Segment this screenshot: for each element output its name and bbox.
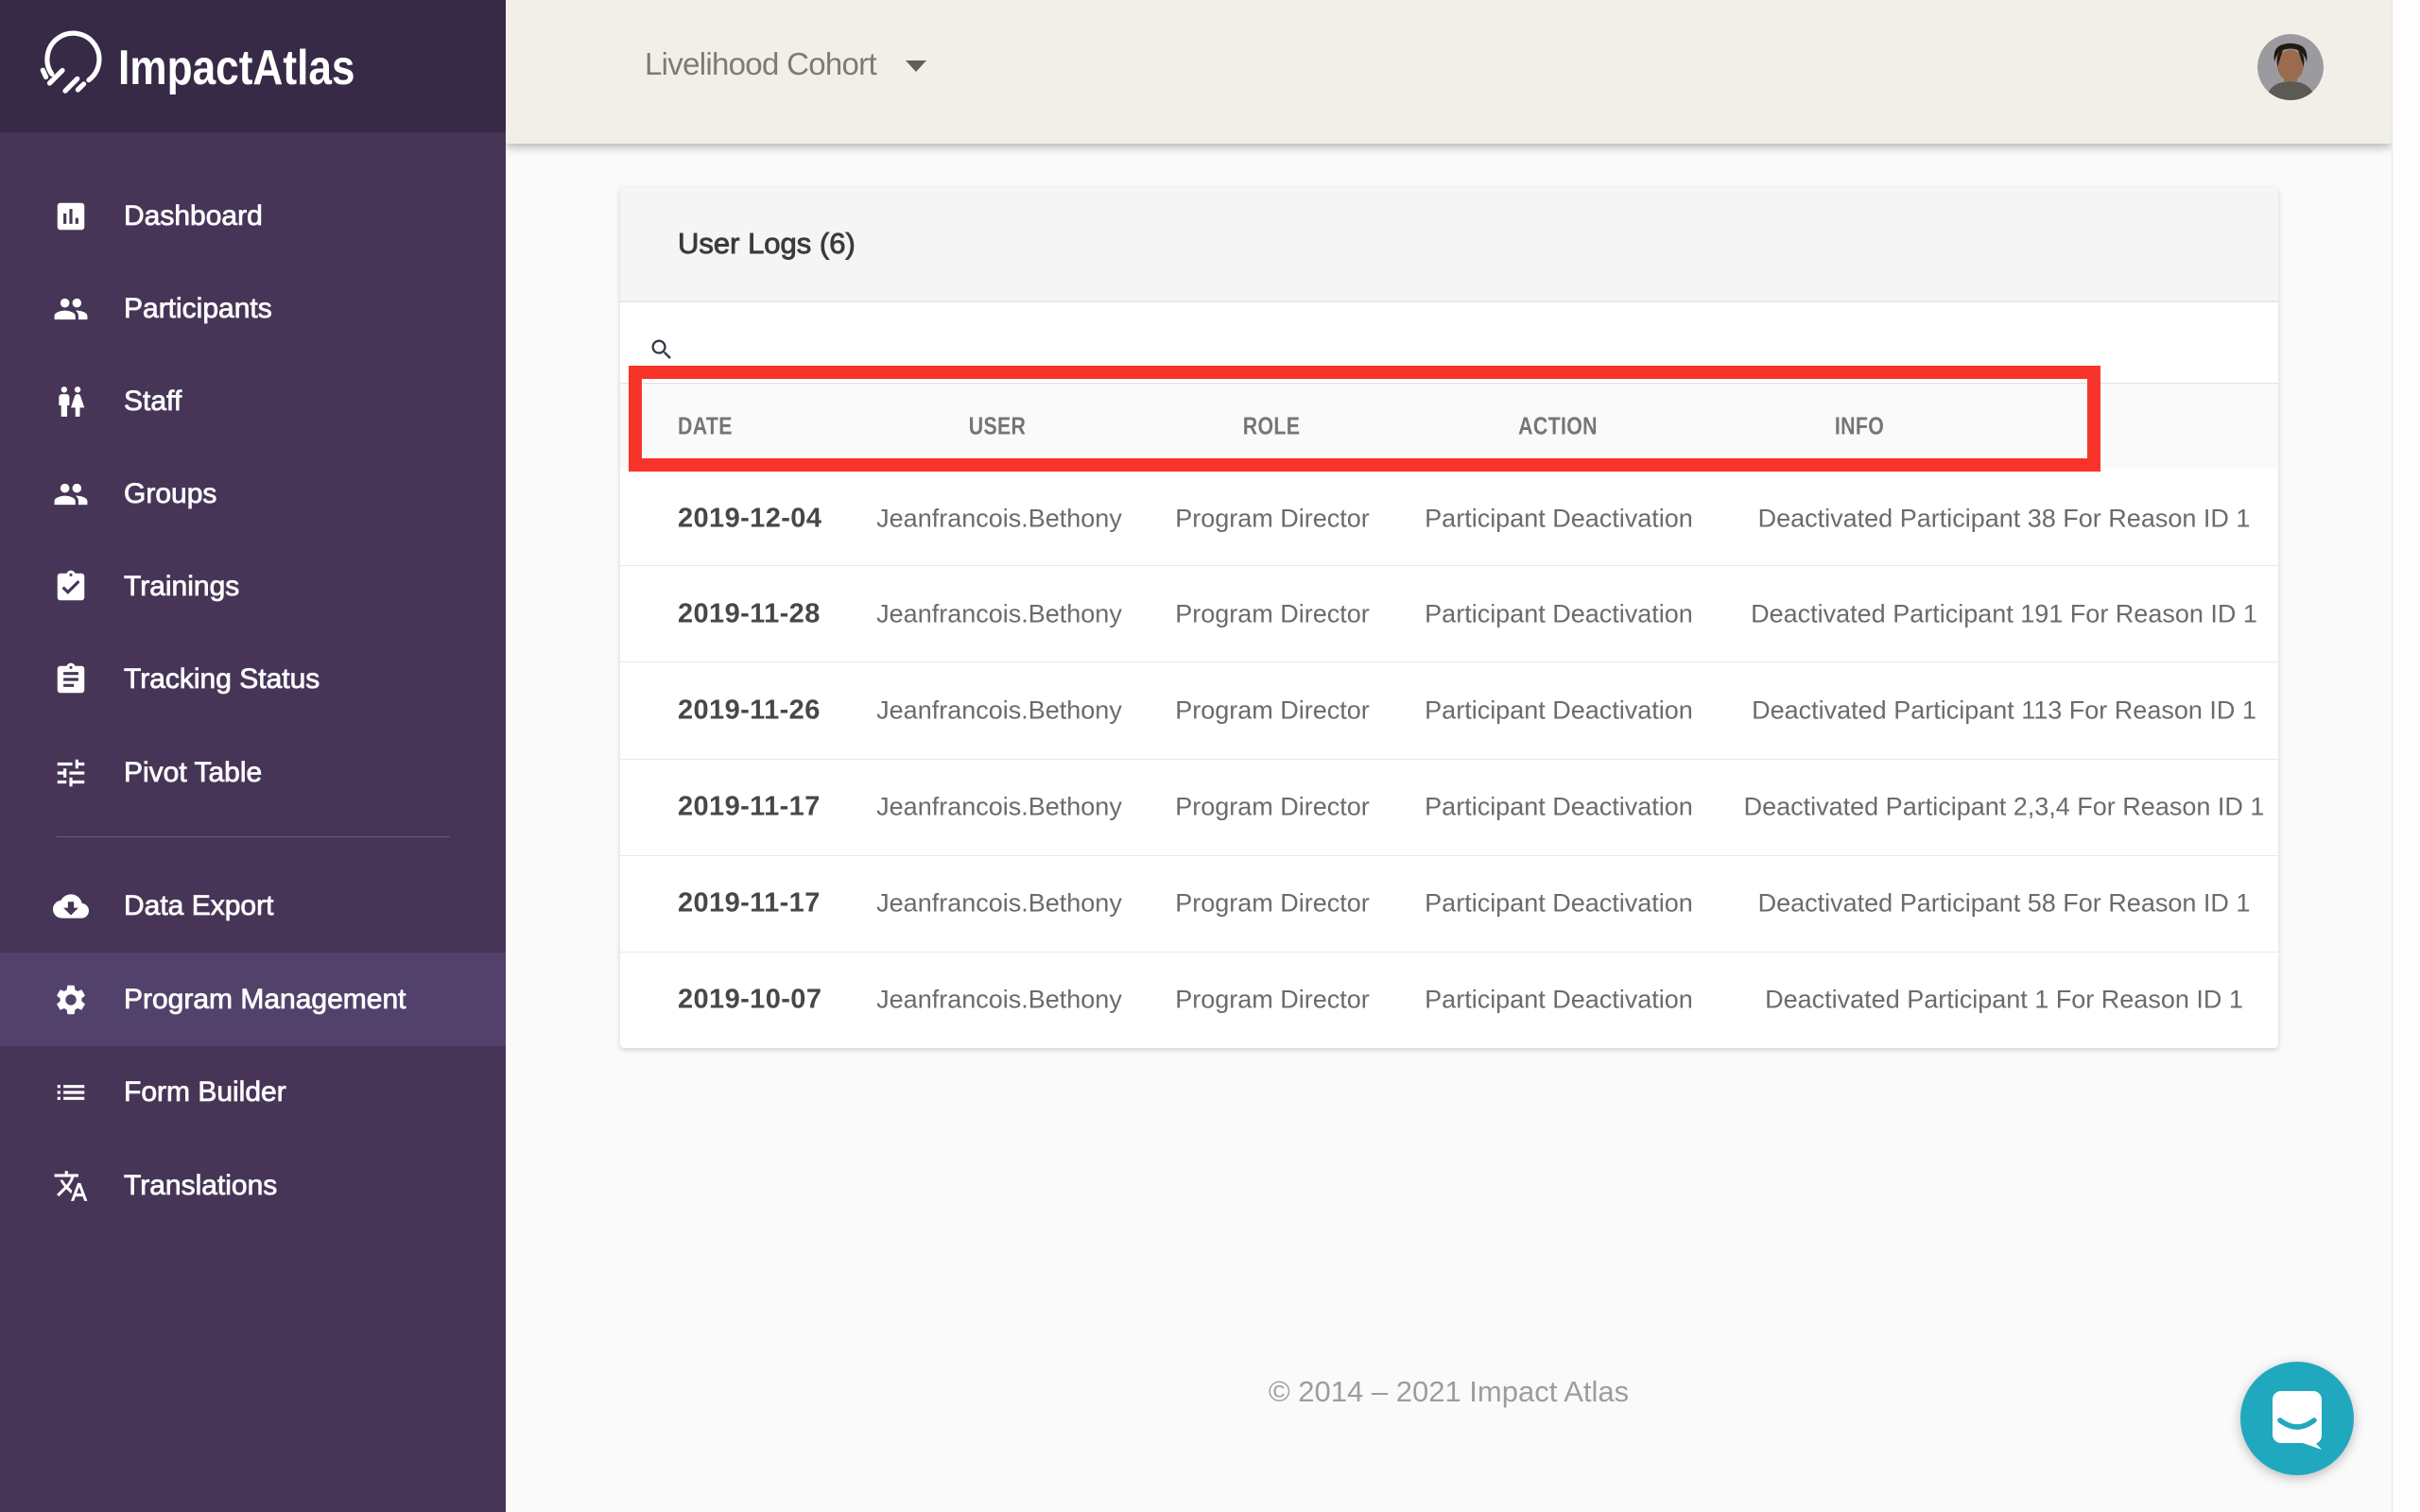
svg-text:ImpactAtlas: ImpactAtlas xyxy=(118,41,355,95)
